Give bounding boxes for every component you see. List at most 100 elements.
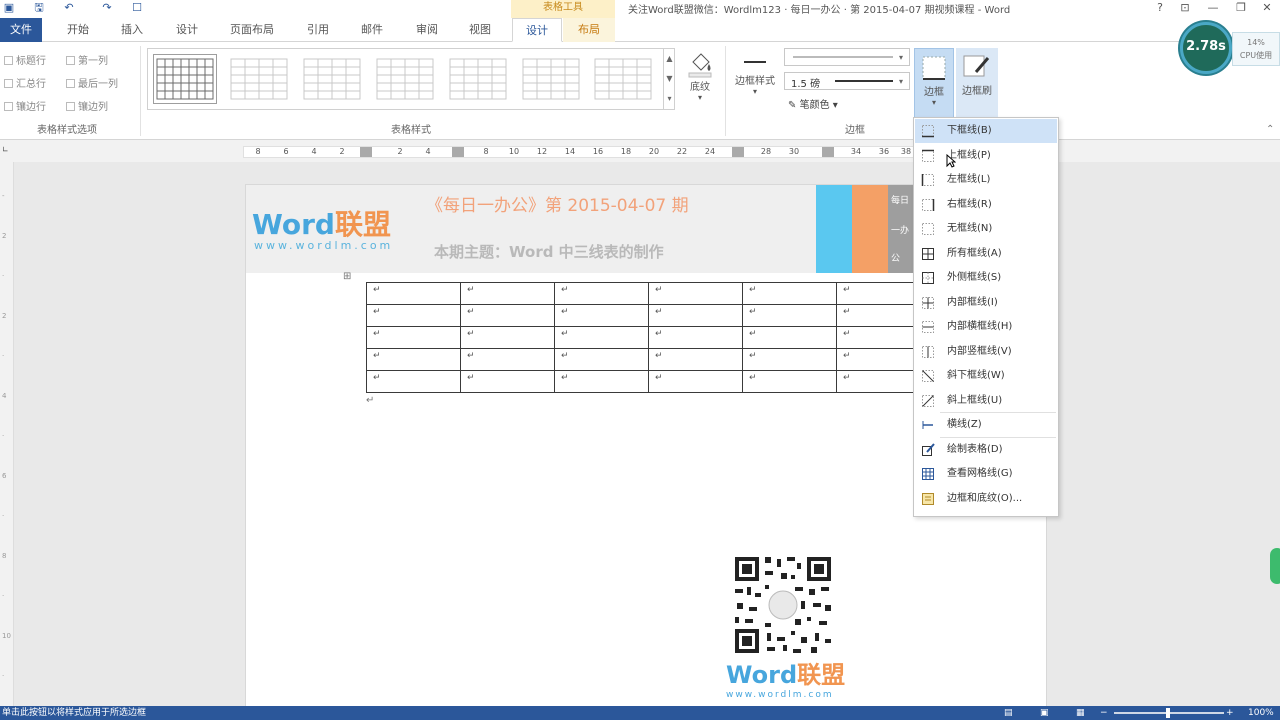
tab-insert[interactable]: 插入 — [110, 18, 154, 42]
menu-item-bottom-border[interactable]: 下框线(B) — [915, 119, 1057, 143]
word-app-icon[interactable]: ▣ — [2, 1, 16, 15]
banded-columns-checkbox[interactable]: 镶边列 — [66, 98, 108, 113]
pen-style-dropdown[interactable]: ▾ — [784, 48, 910, 66]
floating-assistant-icon[interactable] — [1270, 548, 1280, 584]
zoom-slider-thumb[interactable] — [1166, 708, 1170, 718]
qat-customize-icon[interactable]: ☐ — [130, 1, 144, 15]
gallery-more-icon[interactable]: ▾ — [663, 89, 675, 110]
menu-item-top-border[interactable]: 上框线(P) — [915, 144, 1057, 168]
tab-references[interactable]: 引用 — [296, 18, 340, 42]
menu-item-right-border[interactable]: 右框线(R) — [915, 193, 1057, 217]
header-row-checkbox[interactable]: 标题行 — [4, 52, 46, 67]
table-cell[interactable]: ↵ — [554, 370, 649, 393]
ribbon-display-options-button[interactable]: ⊡ — [1170, 0, 1200, 18]
table-cell[interactable]: ↵ — [648, 348, 743, 371]
table-cell[interactable]: ↵ — [460, 326, 555, 349]
table-style-3[interactable] — [301, 55, 363, 103]
close-button[interactable]: ✕ — [1252, 0, 1280, 18]
tab-home[interactable]: 开始 — [56, 18, 100, 42]
table-cell[interactable]: ↵ — [742, 326, 837, 349]
borders-button[interactable]: 边框 ▾ — [914, 48, 954, 120]
menu-item-borders-shading[interactable]: 边框和底纹(O)... — [915, 487, 1057, 511]
table-style-plain-grid[interactable] — [153, 54, 217, 104]
read-mode-icon[interactable]: ▤ — [1004, 706, 1013, 720]
menu-item-horizontal-line[interactable]: 横线(Z) — [915, 413, 1057, 437]
menu-item-diagonal-up-border[interactable]: 斜上框线(U) — [915, 389, 1057, 413]
table-move-handle-icon[interactable]: ⊞ — [343, 271, 351, 282]
menu-item-inside-horizontal-border[interactable]: 内部横框线(H) — [915, 315, 1057, 339]
table-cell[interactable]: ↵ — [460, 370, 555, 393]
speed-test-widget[interactable]: 2.78s — [1180, 22, 1232, 74]
table-cell[interactable]: ↵ — [366, 304, 461, 327]
table-cell[interactable]: ↵ — [366, 326, 461, 349]
menu-item-view-gridlines[interactable]: 查看网格线(G) — [915, 462, 1057, 486]
gallery-scroll-down-icon[interactable]: ▼ — [663, 69, 675, 89]
tab-review[interactable]: 审阅 — [405, 18, 449, 42]
menu-item-all-borders[interactable]: 所有框线(A) — [915, 242, 1057, 266]
table-style-7[interactable] — [592, 55, 654, 103]
table-cell[interactable]: ↵ — [554, 304, 649, 327]
first-column-checkbox[interactable]: 第一列 — [66, 52, 108, 67]
table-cell[interactable]: ↵ — [460, 304, 555, 327]
table-style-5[interactable] — [447, 55, 509, 103]
total-row-checkbox[interactable]: 汇总行 — [4, 75, 46, 90]
pen-weight-dropdown[interactable]: 1.5 磅 ▾ — [784, 72, 910, 90]
menu-item-inside-vertical-border[interactable]: 内部竖框线(V) — [915, 340, 1057, 364]
table-cell[interactable]: ↵ — [742, 304, 837, 327]
table-cell[interactable]: ↵ — [742, 370, 837, 393]
minimize-button[interactable]: — — [1198, 0, 1228, 18]
pen-color-button[interactable]: ✎ 笔颜色 ▾ — [788, 96, 838, 111]
table-cell[interactable]: ↵ — [648, 304, 743, 327]
menu-item-inside-borders[interactable]: 内部框线(I) — [915, 291, 1057, 315]
menu-item-outside-borders[interactable]: 外侧框线(S) — [915, 266, 1057, 290]
menu-item-diagonal-down-border[interactable]: 斜下框线(W) — [915, 364, 1057, 388]
table-cell[interactable]: ↵ — [648, 370, 743, 393]
table-cell[interactable]: ↵ — [366, 348, 461, 371]
tab-table-design[interactable]: 设计 — [512, 18, 562, 42]
tab-mailings[interactable]: 邮件 — [350, 18, 394, 42]
tab-page-layout[interactable]: 页面布局 — [220, 18, 284, 42]
menu-item-draw-table[interactable]: 绘制表格(D) — [915, 438, 1057, 462]
table-cell[interactable]: ↵ — [742, 282, 837, 305]
column-marker[interactable] — [360, 147, 372, 157]
border-styles-button[interactable]: 边框样式 ▾ — [730, 48, 780, 118]
table-cell[interactable]: ↵ — [554, 282, 649, 305]
table-cell[interactable]: ↵ — [742, 348, 837, 371]
table-cell[interactable]: ↵ — [460, 348, 555, 371]
shading-button[interactable]: 底纹 ▾ — [680, 48, 720, 118]
table-style-6[interactable] — [520, 55, 582, 103]
undo-icon[interactable]: ↶ — [62, 1, 76, 15]
table-style-2[interactable] — [228, 55, 290, 103]
redo-icon[interactable]: ↷ — [100, 1, 114, 15]
gallery-scroll-up-icon[interactable]: ▲ — [663, 49, 675, 69]
tab-view[interactable]: 视图 — [458, 18, 502, 42]
save-icon[interactable]: 🖫 — [32, 1, 46, 15]
document-table[interactable]: ↵ ↵ ↵ ↵ ↵ ↵ ↵ ↵ ↵ ↵ ↵ ↵ ↵ ↵ ↵ ↵ ↵ ↵ ↵ ↵ ↵ ↵ ↵ ↵ ↵ ↵ ↵ ↵ ↵ ↵ — [366, 282, 931, 393]
last-column-checkbox[interactable]: 最后一列 — [66, 75, 118, 90]
table-cell[interactable]: ↵ — [648, 326, 743, 349]
table-cell[interactable]: ↵ — [460, 282, 555, 305]
tab-selector-icon[interactable]: ∟ — [2, 145, 9, 154]
border-painter-button[interactable]: 边框刷 — [956, 48, 998, 120]
tab-design[interactable]: 设计 — [165, 18, 209, 42]
print-layout-icon[interactable]: ▣ — [1040, 706, 1049, 720]
table-cell[interactable]: ↵ — [648, 282, 743, 305]
column-marker[interactable] — [452, 147, 464, 157]
zoom-out-icon[interactable]: − — [1100, 706, 1108, 720]
menu-item-left-border[interactable]: 左框线(L) — [915, 168, 1057, 192]
table-style-4[interactable] — [374, 55, 436, 103]
zoom-level[interactable]: 100% — [1248, 706, 1274, 720]
column-marker[interactable] — [732, 147, 744, 157]
banded-rows-checkbox[interactable]: 镶边行 — [4, 98, 46, 113]
table-cell[interactable]: ↵ — [554, 348, 649, 371]
table-cell[interactable]: ↵ — [554, 326, 649, 349]
web-layout-icon[interactable]: ▦ — [1076, 706, 1085, 720]
zoom-in-icon[interactable]: + — [1226, 706, 1234, 720]
tab-file[interactable]: 文件 — [0, 18, 42, 42]
table-cell[interactable]: ↵ — [366, 282, 461, 305]
collapse-ribbon-icon[interactable]: ⌃ — [1266, 124, 1274, 135]
table-cell[interactable]: ↵ — [366, 370, 461, 393]
tab-table-layout[interactable]: 布局 — [563, 18, 615, 42]
column-marker[interactable] — [822, 147, 834, 157]
menu-item-no-border[interactable]: 无框线(N) — [915, 217, 1057, 241]
